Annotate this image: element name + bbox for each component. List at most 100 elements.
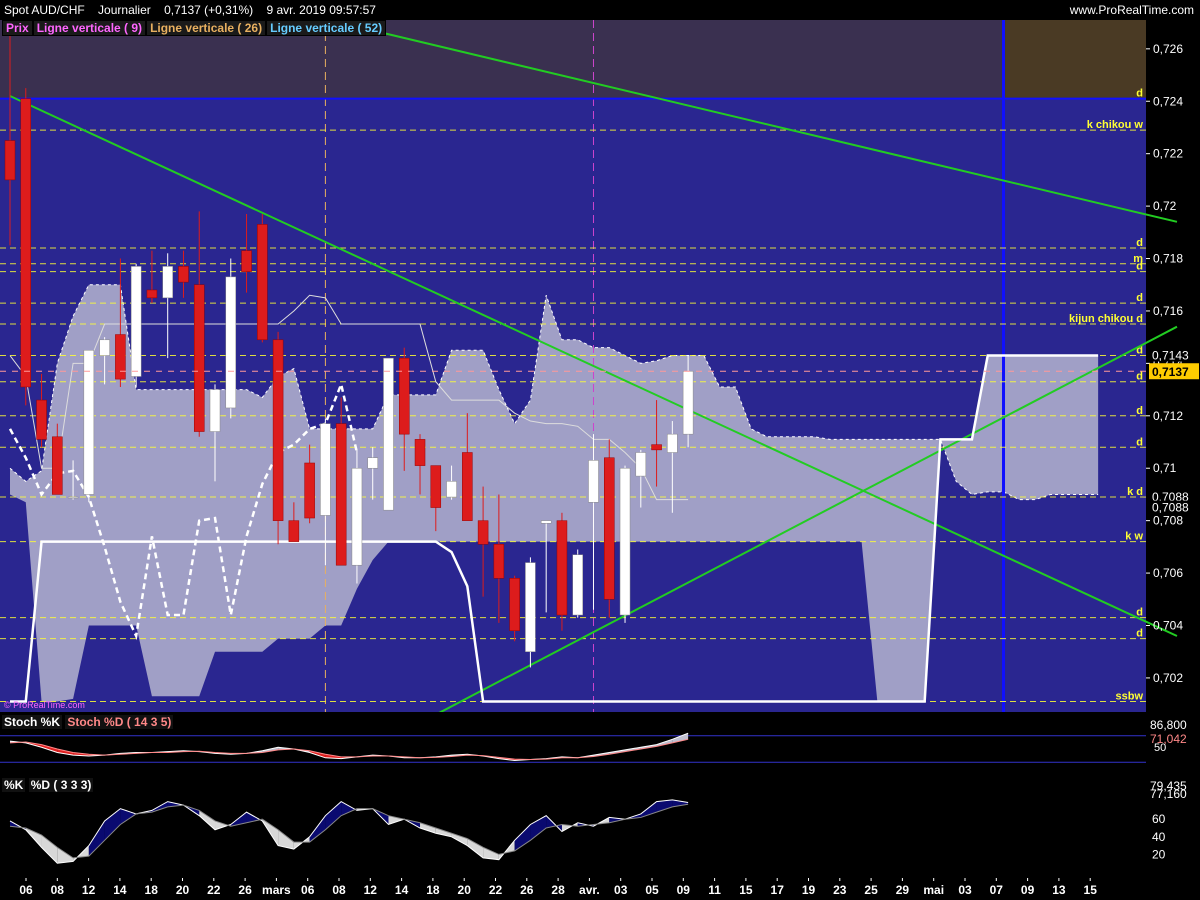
x-tick-label: 05 — [645, 883, 659, 897]
candle-body — [36, 399, 47, 440]
kd-value-d: 77,160 — [1150, 787, 1187, 801]
current-price-label: 0,7137 — [1152, 365, 1189, 379]
x-tick-label: 20 — [458, 883, 472, 897]
price-label: 0,7088 — [1152, 501, 1189, 515]
candle-body — [525, 562, 536, 652]
y-tick-label: 0,706 — [1153, 566, 1183, 580]
candle-body — [414, 439, 426, 466]
candle-body — [67, 496, 79, 499]
x-tick-label: 26 — [520, 883, 534, 897]
instrument-name: Spot AUD/CHF — [4, 3, 85, 17]
stoch-level-label: 50 — [1154, 742, 1166, 754]
price-chart[interactable]: dk chikou wdmddkijun chikou dddddk dk wd… — [0, 20, 1200, 712]
candle-body — [4, 140, 16, 181]
candle-body — [99, 339, 110, 356]
y-tick-label: 0,722 — [1153, 147, 1183, 161]
level-label: d — [1136, 292, 1143, 304]
candle-body — [430, 465, 442, 508]
candle-body — [509, 578, 520, 631]
candle-body — [52, 436, 63, 495]
kd-title-k: %K — [2, 778, 26, 792]
candle-body — [304, 462, 315, 519]
candle-body — [257, 224, 268, 341]
candle-body — [83, 350, 95, 495]
x-tick-label: 14 — [395, 883, 409, 897]
site-link[interactable]: www.ProRealTime.com — [1070, 0, 1194, 20]
x-tick-label: 09 — [1021, 883, 1035, 897]
x-tick-label: 18 — [145, 883, 159, 897]
x-tick-label: 03 — [614, 883, 628, 897]
x-tick-label: 15 — [1084, 883, 1098, 897]
candle-body — [462, 452, 473, 521]
x-tick-label: 22 — [207, 883, 221, 897]
x-tick-label: 26 — [238, 883, 252, 897]
y-tick-label: 0,712 — [1153, 409, 1183, 423]
stoch-value-k: 86,800 — [1150, 718, 1187, 732]
stoch-title-k: Stoch %K — [2, 715, 63, 729]
x-tick-label: 03 — [958, 883, 972, 897]
candle-body — [619, 467, 631, 616]
main-legend: Prix Ligne verticale ( 9) Ligne verticale … — [2, 20, 387, 36]
header-info: Spot AUD/CHF Journalier 0,7137 (+0,31%) … — [4, 0, 376, 20]
kd-title: %K %D ( 3 3 3) — [2, 778, 94, 792]
level-label: d — [1136, 261, 1143, 273]
stoch-title: Stoch %K Stoch %D ( 14 3 5) — [2, 715, 174, 729]
candle-body — [682, 370, 694, 435]
x-tick-label: 06 — [301, 883, 315, 897]
period: Journalier — [98, 3, 151, 17]
candle-body — [651, 444, 662, 451]
upper-band-future — [1003, 20, 1146, 99]
y-tick-label: 0,71 — [1153, 461, 1177, 475]
candle-body — [477, 520, 489, 545]
legend-v52[interactable]: Ligne verticale ( 52) — [266, 20, 387, 36]
candle-body — [272, 339, 284, 521]
level-label: d — [1136, 405, 1143, 417]
x-tick-label: 07 — [990, 883, 1004, 897]
x-tick-label: 13 — [1052, 883, 1066, 897]
level-label: kijun chikou d — [1069, 313, 1143, 325]
x-tick-label: 25 — [864, 883, 878, 897]
last-price: 0,7137 (+0,31%) — [164, 3, 254, 17]
y-tick-label: 0,726 — [1153, 42, 1183, 56]
x-tick-label: 15 — [739, 883, 753, 897]
x-tick-label: 08 — [332, 883, 346, 897]
candle-body — [146, 289, 158, 299]
y-tick-label: 0,724 — [1153, 94, 1183, 108]
y-tick-label: 0,72 — [1153, 199, 1177, 213]
kd-title-d: %D ( 3 3 3) — [28, 778, 94, 792]
legend-v9[interactable]: Ligne verticale ( 9) — [32, 20, 147, 36]
y-tick-label: 0,716 — [1153, 304, 1183, 318]
x-tick-label: 14 — [113, 883, 127, 897]
candle-body — [225, 276, 237, 409]
legend-v26[interactable]: Ligne verticale ( 26) — [146, 20, 267, 36]
watermark: © ProRealTime.com — [4, 700, 85, 710]
candle-body — [241, 250, 252, 272]
x-tick-label: 12 — [364, 883, 378, 897]
candle-body — [351, 467, 363, 566]
candle-body — [288, 520, 300, 542]
level-label: k d — [1127, 486, 1143, 498]
stoch-panel[interactable]: 86,80071,04250 — [0, 713, 1200, 775]
level-label: k chikou w — [1087, 119, 1144, 131]
kd-y-tick-label: 20 — [1152, 847, 1166, 861]
kd-panel[interactable]: 79,43577,160604020 — [0, 776, 1200, 876]
x-tick-label: 11 — [708, 883, 721, 897]
candle-body — [399, 357, 410, 435]
candle-body — [178, 266, 189, 283]
x-tick-label: 06 — [19, 883, 33, 897]
stoch-title-d: Stoch %D ( 14 3 5) — [65, 715, 174, 729]
candle-body — [335, 423, 347, 566]
price-label: 0,7143 — [1152, 349, 1189, 363]
legend-prix[interactable]: Prix — [2, 20, 33, 36]
level-label: d — [1136, 628, 1143, 640]
candle-body — [446, 481, 457, 498]
candle-body — [383, 357, 394, 511]
candle-body — [667, 433, 678, 453]
y-tick-label: 0,718 — [1153, 252, 1183, 266]
x-tick-label: 20 — [176, 883, 190, 897]
x-tick-label: 28 — [551, 883, 565, 897]
candle-body — [130, 266, 142, 377]
x-tick-label: 19 — [802, 883, 816, 897]
candle-body — [115, 334, 126, 380]
x-axis: 06 08 12 14 18 20 22 26 mars 06 08 12 14 18 20 22 26 28 av… — [0, 878, 1200, 900]
